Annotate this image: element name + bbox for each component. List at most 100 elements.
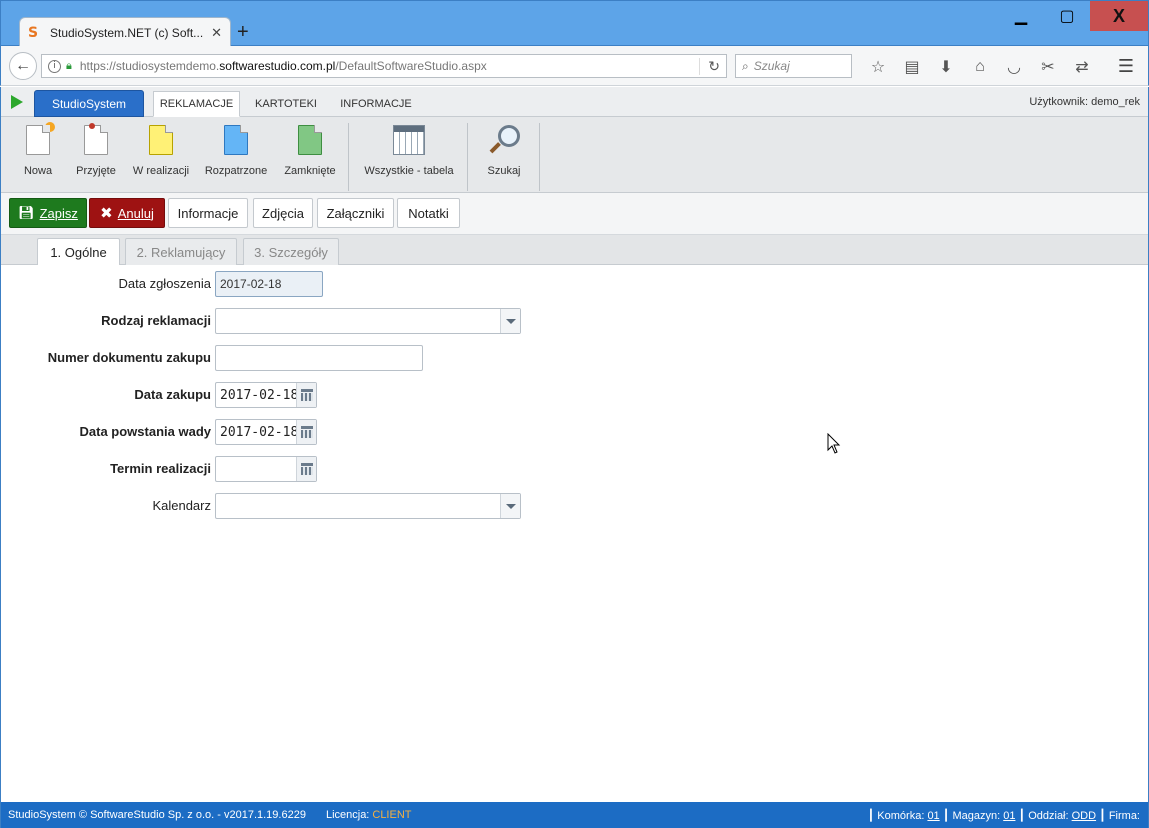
branch-value-link[interactable]: ODD bbox=[1072, 810, 1096, 822]
browser-navbar: ← i 🔒︎ https://studiosystemdemo.software… bbox=[0, 46, 1149, 86]
sync-arrows-icon[interactable]: ⇄ bbox=[1065, 56, 1099, 78]
cancel-button[interactable]: ✖ Anuluj bbox=[89, 198, 165, 228]
tab-close-icon[interactable]: ✕ bbox=[211, 25, 222, 41]
home-icon[interactable]: ⌂ bbox=[963, 56, 997, 78]
date-reported-field[interactable]: 2017-02-18 bbox=[215, 271, 323, 297]
purchase-date-field[interactable]: 2017-02-18 bbox=[215, 382, 317, 408]
user-label: Użytkownik: demo_rek bbox=[1029, 96, 1140, 108]
purchase-doc-label: Numer dokumentu zakupu bbox=[47, 350, 211, 365]
tab-details[interactable]: 3. Szczegóły bbox=[243, 238, 339, 265]
cell-value-link[interactable]: 01 bbox=[927, 810, 939, 822]
calendar-table-icon bbox=[393, 125, 425, 155]
tab-general[interactable]: 1. Ogólne bbox=[37, 238, 120, 266]
play-icon[interactable] bbox=[11, 95, 23, 109]
form-row-purchase-doc: Numer dokumentu zakupu bbox=[1, 345, 601, 371]
ribbon-new-button[interactable]: Nowa bbox=[18, 122, 58, 185]
bookmark-star-icon[interactable]: ☆ bbox=[861, 56, 895, 78]
scissors-icon[interactable]: ✂ bbox=[1031, 56, 1065, 78]
ribbon-closed-button[interactable]: Zamknięte bbox=[279, 125, 341, 185]
form-tabs: 1. Ogólne 2. Reklamujący 3. Szczegóły bbox=[1, 235, 1148, 266]
browser-tab[interactable]: S StudioSystem.NET (c) Soft... ✕ bbox=[19, 17, 231, 48]
site-info-icon[interactable]: i bbox=[48, 59, 61, 73]
form-row-complaint-type: Rodzaj reklamacji bbox=[1, 308, 601, 334]
form-row-defect-date: Data powstania wady 2017-02-18 bbox=[1, 419, 601, 445]
form-row-purchase-date: Data zakupu 2017-02-18 bbox=[1, 382, 601, 408]
ribbon-all-table-button[interactable]: Wszystkie - tabela bbox=[358, 125, 460, 185]
form-row-date-reported: Data zgłoszenia 2017-02-18 bbox=[1, 271, 601, 297]
info-button[interactable]: Informacje bbox=[168, 198, 248, 228]
menu-tab-informacje[interactable]: INFORMACJE bbox=[333, 91, 419, 117]
reload-icon[interactable]: ↻ bbox=[699, 58, 720, 75]
tab-title: StudioSystem.NET (c) Soft... bbox=[50, 26, 204, 40]
complaint-type-select[interactable] bbox=[215, 308, 521, 334]
minimize-button[interactable]: ▁ bbox=[998, 1, 1044, 31]
maximize-button[interactable]: ▢ bbox=[1044, 1, 1090, 31]
status-bar: StudioSystem © SoftwareStudio Sp. z o.o.… bbox=[1, 802, 1148, 828]
deadline-label: Termin realizacji bbox=[110, 461, 211, 476]
company-label: Firma: bbox=[1108, 810, 1140, 822]
back-button[interactable]: ← bbox=[9, 52, 37, 80]
hamburger-menu-icon[interactable]: ☰ bbox=[1118, 56, 1134, 77]
window-titlebar: S StudioSystem.NET (c) Soft... ✕ + ▁ ▢ X bbox=[0, 0, 1149, 48]
defect-date-label: Data powstania wady bbox=[79, 424, 211, 439]
warehouse-value-link[interactable]: 01 bbox=[1003, 810, 1015, 822]
ribbon-label: W realizacji bbox=[132, 165, 190, 177]
close-window-button[interactable]: X bbox=[1090, 1, 1148, 31]
ribbon-toolbar: Nowa Przyjęte W realizacji Rozpatrzone Z… bbox=[1, 117, 1148, 193]
studiosystem-favicon-icon: S bbox=[28, 25, 39, 41]
calendar-icon[interactable] bbox=[296, 457, 316, 481]
attachments-button[interactable]: Załączniki bbox=[317, 198, 394, 228]
calendar-label: Kalendarz bbox=[152, 498, 211, 513]
license-value: CLIENT bbox=[372, 809, 412, 821]
arrow-left-icon: ← bbox=[15, 57, 31, 74]
chevron-down-icon[interactable] bbox=[500, 494, 520, 518]
new-document-icon bbox=[26, 122, 55, 155]
floppy-disk-icon: 💾︎ bbox=[18, 205, 35, 220]
in-progress-document-icon bbox=[149, 125, 173, 155]
ribbon-divider bbox=[467, 123, 468, 191]
address-bar[interactable]: i 🔒︎ https://studiosystemdemo.softwarest… bbox=[41, 54, 727, 78]
deadline-field[interactable] bbox=[215, 456, 317, 482]
status-right: ┃ Komórka: 01 ┃ Magazyn: 01 ┃ Oddział: O… bbox=[867, 810, 1140, 822]
ribbon-label: Zamknięte bbox=[284, 165, 336, 177]
ribbon-in-progress-button[interactable]: W realizacji bbox=[129, 125, 193, 185]
download-icon[interactable]: ⬇ bbox=[929, 56, 963, 78]
ribbon-search-button[interactable]: Szukaj bbox=[479, 125, 529, 185]
menu-tab-kartoteki[interactable]: KARTOTEKI bbox=[249, 91, 323, 117]
calendar-icon[interactable] bbox=[296, 383, 316, 407]
tab-complainant[interactable]: 2. Reklamujący bbox=[125, 238, 237, 265]
ribbon-label: Przyjęte bbox=[76, 165, 116, 177]
ribbon-accepted-button[interactable]: Przyjęte bbox=[73, 123, 119, 185]
purchase-doc-field[interactable] bbox=[215, 345, 423, 371]
ribbon-reviewed-button[interactable]: Rozpatrzone bbox=[201, 125, 271, 185]
calendar-select[interactable] bbox=[215, 493, 521, 519]
new-tab-button[interactable]: + bbox=[237, 21, 249, 43]
reading-list-icon[interactable]: ▤ bbox=[895, 56, 929, 78]
photos-button[interactable]: Zdjęcia bbox=[253, 198, 313, 228]
form-row-calendar: Kalendarz bbox=[1, 493, 601, 519]
ribbon-label: Wszystkie - tabela bbox=[364, 165, 454, 177]
search-icon: ⌕ bbox=[742, 58, 749, 73]
studiosystem-button[interactable]: StudioSystem bbox=[34, 90, 144, 117]
browser-search-input[interactable]: ⌕ Szukaj bbox=[735, 54, 852, 78]
app-area: StudioSystem REKLAMACJE KARTOTEKI INFORM… bbox=[0, 87, 1149, 828]
ribbon-label: Rozpatrzone bbox=[204, 165, 268, 177]
url-text: https://studiosystemdemo.softwarestudio.… bbox=[79, 59, 487, 73]
browser-toolbar-icons: ☆ ▤ ⬇ ⌂ ◡ ✂ ⇄ bbox=[861, 56, 1099, 78]
form-row-deadline: Termin realizacji bbox=[1, 456, 601, 482]
chevron-down-icon[interactable] bbox=[500, 309, 520, 333]
reviewed-document-icon bbox=[224, 125, 248, 155]
defect-date-field[interactable]: 2017-02-18 bbox=[215, 419, 317, 445]
window-controls: ▁ ▢ X bbox=[998, 1, 1148, 31]
ribbon-label: Szukaj bbox=[487, 165, 521, 177]
action-toolbar: 💾︎ Zapisz ✖ Anuluj Informacje Zdjęcia Załą… bbox=[1, 193, 1148, 235]
mouse-cursor-icon bbox=[827, 433, 841, 454]
complaint-form: Data zgłoszenia 2017-02-18 Rodzaj reklam… bbox=[1, 265, 1148, 802]
calendar-icon[interactable] bbox=[296, 420, 316, 444]
notes-button[interactable]: Notatki bbox=[397, 198, 460, 228]
closed-document-icon bbox=[298, 125, 322, 155]
cell-label: Komórka: bbox=[877, 810, 925, 822]
pocket-icon[interactable]: ◡ bbox=[997, 56, 1031, 78]
save-button[interactable]: 💾︎ Zapisz bbox=[9, 198, 87, 228]
menu-tab-reklamacje[interactable]: REKLAMACJE bbox=[153, 91, 240, 117]
